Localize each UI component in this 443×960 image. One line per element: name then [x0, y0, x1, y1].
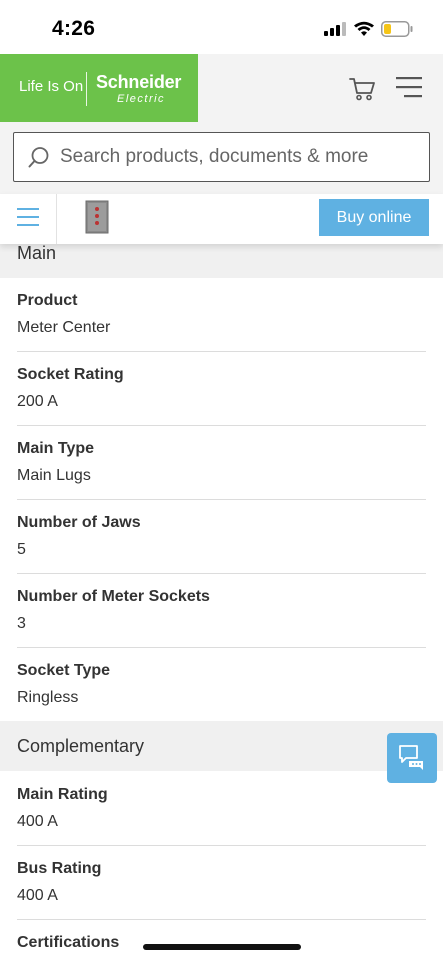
section-header-complementary: Complementary	[0, 721, 443, 771]
spec-value: 400 A	[17, 887, 58, 904]
section-title: Main	[17, 243, 57, 263]
search-box[interactable]	[13, 132, 430, 182]
hamburger-icon[interactable]	[17, 207, 39, 227]
spec-value: 5	[17, 541, 26, 558]
brand-subname: Electric	[117, 93, 166, 105]
search-input[interactable]	[60, 133, 420, 180]
spec-label: Main Rating	[17, 786, 108, 803]
chat-button[interactable]	[387, 733, 437, 783]
spec-row: Main Type Main Lugs	[17, 426, 426, 500]
status-bar: 4:26	[0, 0, 443, 54]
cart-icon[interactable]	[348, 74, 376, 102]
home-indicator	[143, 944, 301, 950]
spec-label: Main Type	[17, 440, 95, 457]
spec-row: Socket Rating 200 A	[17, 352, 426, 426]
product-thumbnail[interactable]	[85, 200, 109, 234]
buy-online-button[interactable]: Buy online	[319, 199, 429, 236]
product-sticky-bar: Buy online	[0, 194, 443, 244]
spec-value: Ringless	[17, 689, 79, 706]
spec-row: Number of Meter Sockets 3	[17, 574, 426, 648]
spec-row: Socket Type Ringless	[17, 648, 426, 722]
search-icon	[28, 147, 49, 168]
spec-label: Bus Rating	[17, 860, 102, 877]
brand-name: Schneider	[96, 72, 182, 92]
search-area	[0, 122, 443, 194]
divider	[56, 194, 57, 244]
spec-value: Meter Center	[17, 319, 111, 336]
spec-row: Bus Rating 400 A	[17, 846, 426, 920]
spec-value: 200 A	[17, 393, 58, 410]
brand-tagline: Life Is On	[19, 78, 84, 95]
menu-icon[interactable]	[396, 76, 422, 98]
spec-label: Product	[17, 292, 78, 309]
site-header: Life Is On Schneider Electric	[0, 54, 443, 122]
spec-value: 400 A	[17, 813, 58, 830]
spec-label: Certifications	[17, 934, 120, 951]
spec-row: Certifications	[17, 920, 426, 960]
battery-icon	[381, 21, 413, 37]
brand-logo[interactable]: Life Is On Schneider Electric	[0, 54, 198, 122]
section-title: Complementary	[17, 736, 145, 756]
spec-value: 3	[17, 615, 26, 632]
spec-label: Socket Rating	[17, 366, 124, 383]
spec-label: Number of Meter Sockets	[17, 588, 210, 605]
spec-row: Product Meter Center	[17, 278, 426, 352]
spec-label: Socket Type	[17, 662, 111, 679]
spec-label: Number of Jaws	[17, 514, 141, 531]
brand-divider	[86, 72, 87, 106]
chat-icon	[399, 745, 423, 770]
wifi-icon	[354, 21, 374, 36]
signal-icon	[324, 22, 346, 36]
status-time: 4:26	[52, 17, 96, 40]
spec-row: Main Rating 400 A	[17, 772, 426, 846]
spec-row: Number of Jaws 5	[17, 500, 426, 574]
spec-value: Main Lugs	[17, 467, 91, 484]
